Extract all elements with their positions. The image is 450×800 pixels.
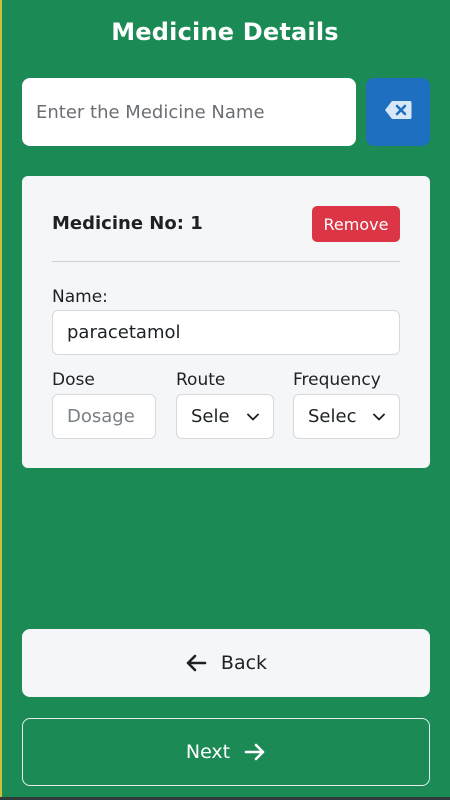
chevron-down-icon [247, 413, 259, 421]
backspace-icon [384, 100, 412, 124]
page-title: Medicine Details [111, 18, 339, 46]
left-edge-strip [0, 0, 2, 800]
medicine-number-title: Medicine No: 1 [52, 213, 203, 234]
dose-label: Dose [52, 370, 95, 390]
name-label: Name: [52, 287, 108, 307]
medicine-name-value: paracetamol [67, 322, 181, 343]
medicine-card: Medicine No: 1 Remove Name: paracetamol … [22, 176, 430, 468]
arrow-left-icon [185, 654, 207, 672]
chevron-down-icon [373, 413, 385, 421]
frequency-select[interactable]: Selec [293, 394, 400, 439]
route-select[interactable]: Sele [176, 394, 274, 439]
remove-button[interactable]: Remove [312, 206, 400, 242]
divider [52, 261, 400, 262]
next-label: Next [185, 741, 231, 763]
dose-placeholder: Dosage [67, 406, 135, 427]
arrow-right-icon [244, 743, 266, 761]
route-select-value: Sele [191, 406, 230, 427]
back-label: Back [220, 652, 268, 674]
frequency-label: Frequency [293, 370, 381, 390]
next-button[interactable]: Next [22, 718, 430, 786]
back-button[interactable]: Back [22, 629, 430, 697]
frequency-select-value: Selec [308, 406, 357, 427]
route-label: Route [176, 370, 226, 390]
medicine-name-field[interactable]: paracetamol [52, 310, 400, 355]
clear-search-button[interactable] [366, 78, 430, 146]
medicine-search-input[interactable] [22, 78, 356, 146]
dose-input[interactable]: Dosage [52, 394, 156, 439]
